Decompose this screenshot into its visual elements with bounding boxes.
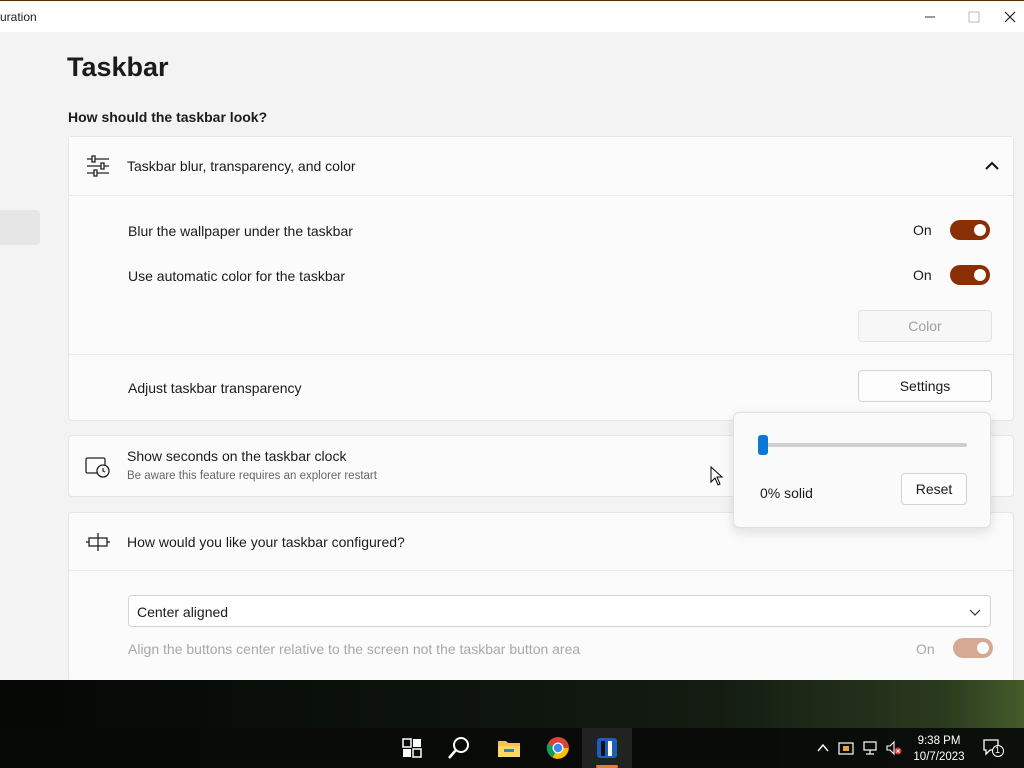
reset-button[interactable]: Reset <box>901 473 967 505</box>
alignment-icon <box>86 533 110 551</box>
chrome-icon <box>546 737 569 759</box>
minimize-icon <box>925 16 935 17</box>
transparency-slider-thumb[interactable] <box>758 435 768 455</box>
mouse-cursor-icon <box>710 466 724 486</box>
app-icon <box>597 738 617 758</box>
blur-transparency-expander: Taskbar blur, transparency, and color Bl… <box>68 136 1014 421</box>
taskbar-clock[interactable]: 9:38 PM 10/7/2023 <box>908 733 970 765</box>
transparency-flyout: 0% solid Reset <box>733 412 991 528</box>
section-heading: How should the taskbar look? <box>68 109 268 125</box>
center-screen-label: Align the buttons center relative to the… <box>128 641 581 657</box>
transparency-value: 0% solid <box>760 485 813 501</box>
transparency-label: Adjust taskbar transparency <box>128 380 302 396</box>
clock-date: 10/7/2023 <box>913 751 965 763</box>
volume-muted-icon[interactable] <box>886 740 902 756</box>
show-seconds-description: Be aware this feature requires an explor… <box>127 470 377 482</box>
divider <box>69 354 1013 355</box>
taskbar-configuration-card: How would you like your taskbar configur… <box>68 512 1014 682</box>
notification-count: 1 <box>995 745 1001 755</box>
alignment-dropdown-value: Center aligned <box>137 604 229 620</box>
auto-color-toggle[interactable] <box>950 265 990 285</box>
chevron-up-icon[interactable] <box>815 740 831 756</box>
security-icon[interactable] <box>838 740 854 756</box>
clock-icon <box>85 457 110 478</box>
toggle-knob <box>977 642 989 654</box>
toggle-knob <box>974 269 986 281</box>
window-title: uration <box>0 10 37 24</box>
configuration-label: How would you like your taskbar configur… <box>127 534 405 550</box>
maximize-button[interactable] <box>951 1 997 32</box>
title-bar: uration <box>0 0 1024 32</box>
page-title: Taskbar <box>67 52 169 82</box>
settings-button[interactable]: Settings <box>858 370 992 402</box>
toggle-knob <box>974 224 986 236</box>
search-button[interactable] <box>445 734 473 762</box>
network-icon[interactable] <box>862 740 878 756</box>
close-button[interactable] <box>995 1 1024 32</box>
auto-color-label: Use automatic color for the taskbar <box>128 268 346 284</box>
close-icon <box>1004 11 1015 22</box>
navigation-pane <box>0 32 60 680</box>
blur-wallpaper-state: On <box>913 222 932 238</box>
auto-color-state: On <box>913 267 932 283</box>
notification-center-button[interactable]: 1 <box>982 738 1004 758</box>
show-seconds-label: Show seconds on the taskbar clock <box>127 448 347 464</box>
notification-icon <box>983 739 1004 757</box>
blur-wallpaper-label: Blur the wallpaper under the taskbar <box>128 223 353 239</box>
color-button[interactable]: Color <box>858 310 992 342</box>
main-content: Taskbar How should the taskbar look? Tas… <box>60 32 1024 682</box>
transparency-slider-track[interactable] <box>762 443 967 447</box>
chrome-button[interactable] <box>544 734 572 762</box>
clock-time: 9:38 PM <box>917 735 961 747</box>
folder-icon <box>498 741 520 757</box>
task-view-icon <box>402 738 422 758</box>
minimize-button[interactable] <box>907 1 953 32</box>
maximize-icon <box>968 11 980 22</box>
expander-label: Taskbar blur, transparency, and color <box>127 158 356 174</box>
task-view-button[interactable] <box>398 734 426 762</box>
expander-header[interactable]: Taskbar blur, transparency, and color <box>69 137 1013 196</box>
alignment-dropdown[interactable]: Center aligned <box>128 595 991 627</box>
chevron-up-icon[interactable] <box>981 155 1003 177</box>
file-explorer-button[interactable] <box>495 734 523 762</box>
chevron-down-icon <box>969 609 981 616</box>
nav-item-selected[interactable] <box>0 210 40 245</box>
taskbar: 9:38 PM 10/7/2023 1 <box>0 728 1024 768</box>
taskbar-app-button[interactable] <box>593 734 621 762</box>
blur-wallpaper-toggle[interactable] <box>950 220 990 240</box>
sliders-icon <box>87 155 109 177</box>
center-screen-toggle[interactable] <box>953 638 993 658</box>
search-icon <box>448 737 469 759</box>
center-screen-state: On <box>916 641 935 657</box>
